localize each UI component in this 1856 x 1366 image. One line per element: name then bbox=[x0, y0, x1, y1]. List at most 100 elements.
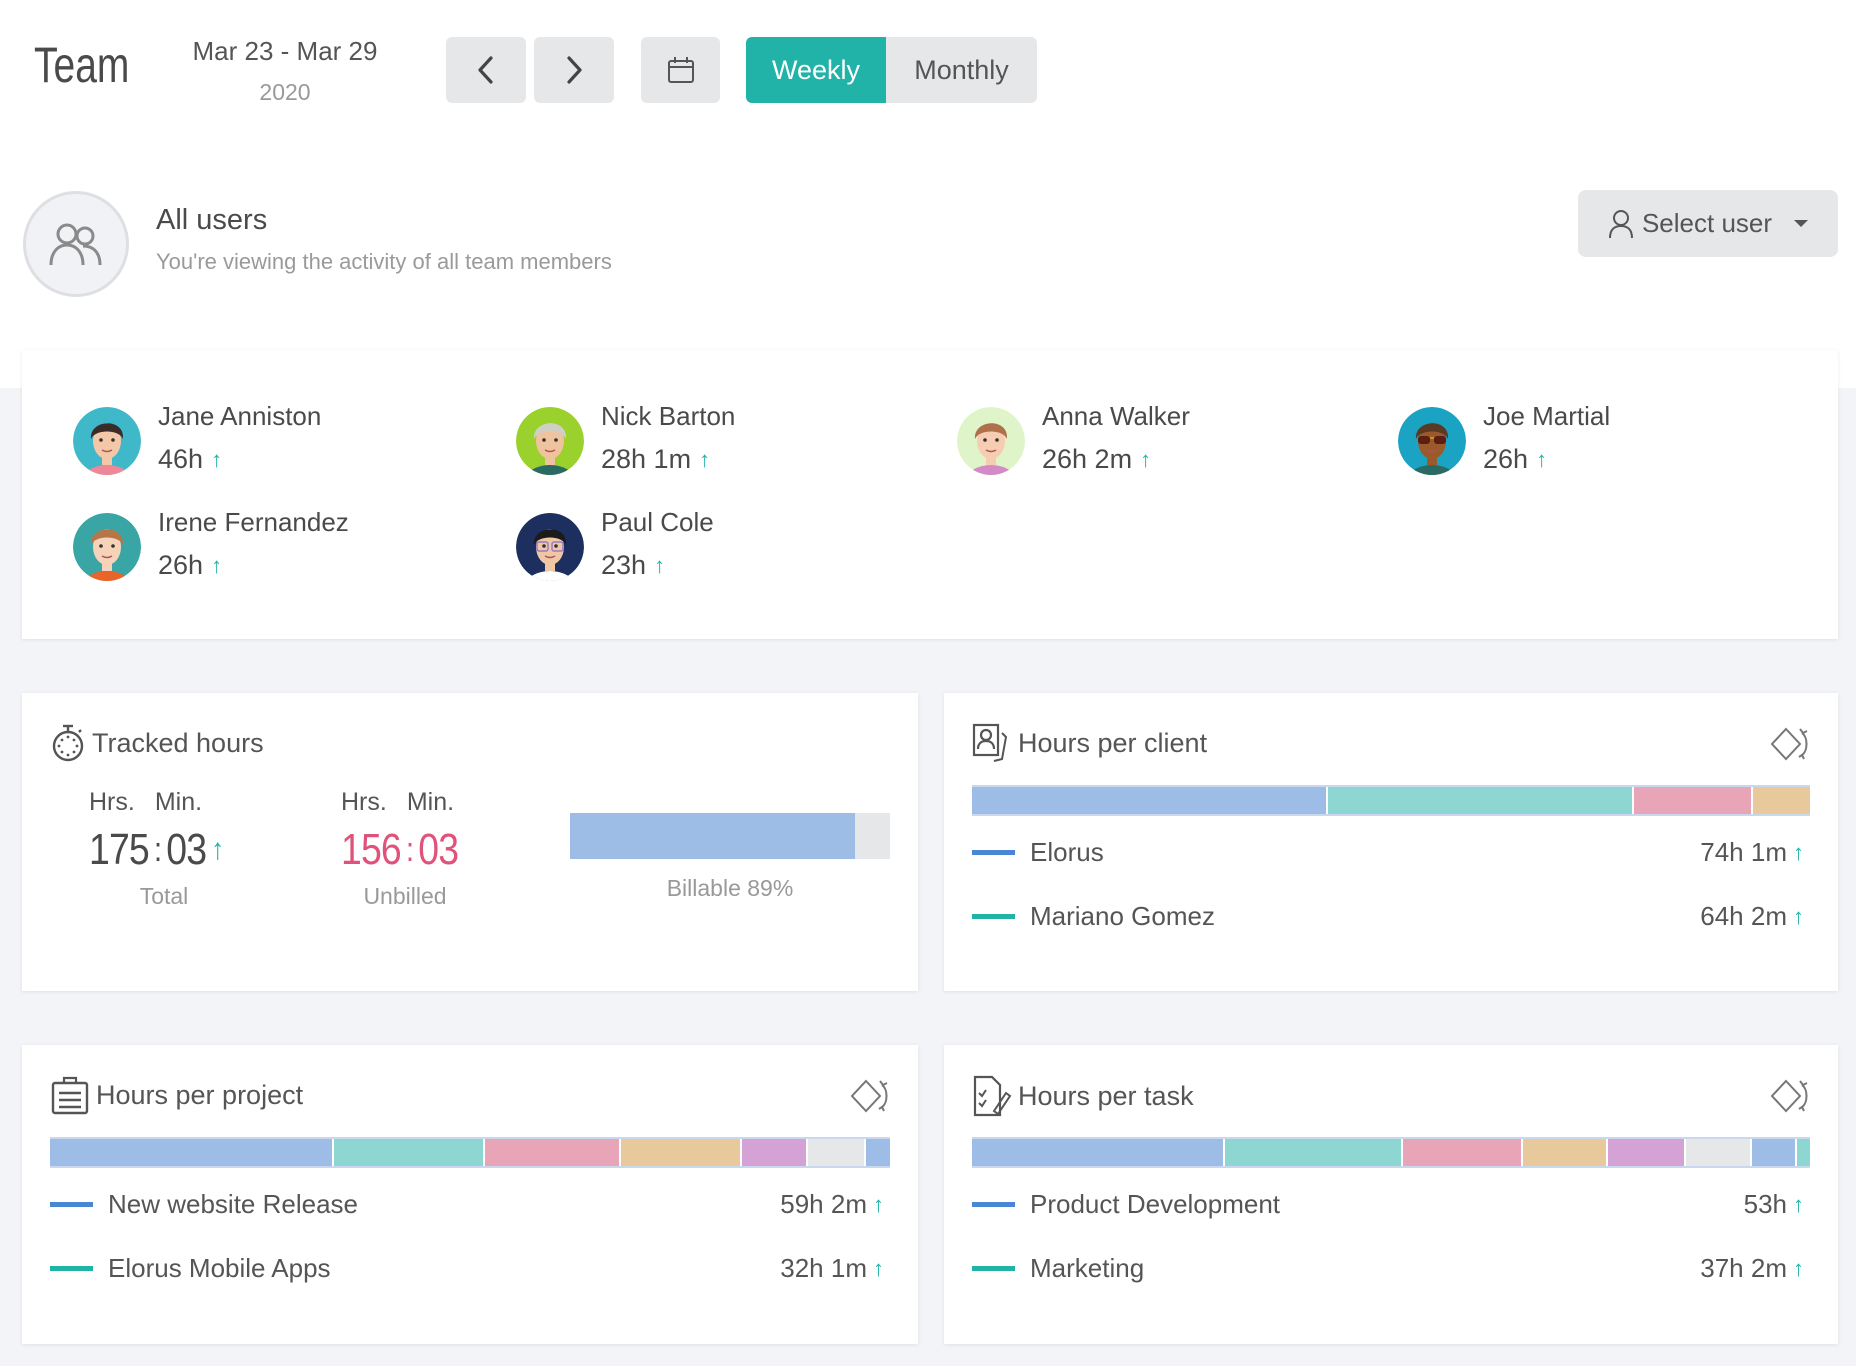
team-member[interactable]: Paul Cole 23h ↑ bbox=[516, 507, 714, 581]
team-member[interactable]: Irene Fernandez 26h ↑ bbox=[73, 507, 349, 581]
total-caption: Total bbox=[139, 883, 189, 909]
min-label: Min. bbox=[406, 788, 455, 816]
select-user-dropdown[interactable]: Select user bbox=[1578, 190, 1838, 257]
stopwatch-icon bbox=[52, 724, 84, 762]
trend-up-icon: ↑ bbox=[1140, 446, 1152, 472]
avatar bbox=[73, 513, 141, 581]
bar-segment[interactable] bbox=[1752, 787, 1810, 814]
bar-segment[interactable] bbox=[1328, 787, 1634, 814]
avatar bbox=[516, 513, 584, 581]
stacked-bar bbox=[50, 1137, 890, 1168]
bar-segment[interactable] bbox=[807, 1139, 867, 1166]
member-hours: 28h 1m bbox=[601, 444, 692, 474]
legend-swatch bbox=[50, 1202, 93, 1207]
trend-up-icon: ↑ bbox=[873, 1255, 884, 1281]
member-hours: 23h bbox=[601, 550, 647, 580]
billable-progress-bar bbox=[570, 813, 890, 859]
trend-up-icon: ↑ bbox=[211, 446, 223, 472]
team-member[interactable]: Anna Walker 26h 2m ↑ bbox=[957, 401, 1190, 475]
member-name: Jane Anniston bbox=[158, 401, 322, 431]
calendar-icon bbox=[667, 57, 694, 83]
legend-swatch bbox=[972, 1266, 1015, 1271]
member-hours: 46h bbox=[158, 444, 204, 474]
tracked-hours-header: Tracked hours bbox=[50, 723, 264, 763]
legend-name: Elorus Mobile Apps bbox=[108, 1253, 331, 1283]
bar-segment[interactable] bbox=[866, 1139, 890, 1166]
total-hours-stat: Hrs. Min. 175 : 03 ↑ Total bbox=[89, 788, 247, 910]
hours-per-task-card: Hours per task Product Development 53h ↑ … bbox=[944, 1045, 1838, 1344]
billable-label: Billable 89% bbox=[666, 875, 794, 901]
legend-row[interactable]: Elorus Mobile Apps 32h 1m ↑ bbox=[50, 1253, 890, 1284]
chevron-right-icon bbox=[567, 56, 582, 84]
unbilled-minutes-value: 03 bbox=[418, 825, 459, 874]
team-member[interactable]: Joe Martial 26h ↑ bbox=[1398, 401, 1610, 475]
bar-segment[interactable] bbox=[972, 1139, 1226, 1166]
trend-up-icon: ↑ bbox=[211, 833, 224, 866]
member-name: Nick Barton bbox=[601, 401, 736, 431]
trend-up-icon: ↑ bbox=[654, 552, 666, 578]
hours-per-client-title: Hours per client bbox=[1018, 727, 1208, 758]
hours-per-project-header: Hours per project bbox=[50, 1075, 303, 1115]
bar-segment[interactable] bbox=[972, 787, 1329, 814]
user-filter-title: All users bbox=[156, 204, 268, 236]
bar-segment[interactable] bbox=[1634, 787, 1753, 814]
legend-name: Product Development bbox=[1030, 1189, 1281, 1219]
bar-segment[interactable] bbox=[50, 1139, 334, 1166]
bar-segment[interactable] bbox=[1608, 1139, 1686, 1166]
legend-value: 53h bbox=[1743, 1189, 1787, 1219]
previous-period-button[interactable] bbox=[446, 37, 526, 103]
trend-up-icon: ↑ bbox=[211, 552, 223, 578]
bar-segment[interactable] bbox=[621, 1139, 743, 1166]
swap-view-icon[interactable] bbox=[1770, 1079, 1810, 1117]
team-member[interactable]: Jane Anniston 46h ↑ bbox=[73, 401, 321, 475]
legend-row[interactable]: Mariano Gomez 64h 2m ↑ bbox=[972, 901, 1810, 932]
legend-row[interactable]: Product Development 53h ↑ bbox=[972, 1189, 1810, 1220]
calendar-button[interactable] bbox=[641, 37, 720, 103]
task-checklist-icon bbox=[973, 1075, 1012, 1117]
min-label: Min. bbox=[154, 788, 203, 816]
monthly-tab[interactable]: Monthly bbox=[886, 37, 1037, 103]
hours-per-task-header: Hours per task bbox=[972, 1075, 1194, 1117]
bar-segment[interactable] bbox=[1225, 1139, 1403, 1166]
unbilled-hours-value: 156 bbox=[341, 825, 402, 874]
legend-name: New website Release bbox=[108, 1189, 359, 1219]
clipboard-icon bbox=[51, 1076, 89, 1115]
total-minutes-value: 03 bbox=[166, 825, 207, 874]
hrs-label: Hrs. bbox=[89, 788, 135, 816]
member-hours: 26h bbox=[158, 550, 204, 580]
bar-segment[interactable] bbox=[742, 1139, 808, 1166]
swap-view-icon[interactable] bbox=[850, 1079, 890, 1117]
swap-view-icon[interactable] bbox=[1770, 727, 1810, 765]
users-icon bbox=[49, 223, 102, 266]
legend-row[interactable]: Marketing 37h 2m ↑ bbox=[972, 1253, 1810, 1284]
legend-name: Marketing bbox=[1030, 1253, 1145, 1283]
legend-swatch bbox=[972, 850, 1015, 855]
bar-segment[interactable] bbox=[1402, 1139, 1523, 1166]
legend-row[interactable]: New website Release 59h 2m ↑ bbox=[50, 1189, 890, 1220]
bar-segment[interactable] bbox=[1522, 1139, 1608, 1166]
team-member[interactable]: Nick Barton 28h 1m ↑ bbox=[516, 401, 735, 475]
next-period-button[interactable] bbox=[534, 37, 614, 103]
member-hours: 26h 2m bbox=[1042, 444, 1133, 474]
bar-segment[interactable] bbox=[1685, 1139, 1753, 1166]
member-hours: 26h bbox=[1483, 444, 1529, 474]
tracked-hours-title: Tracked hours bbox=[92, 727, 264, 758]
stacked-bar bbox=[972, 785, 1810, 816]
weekly-tab[interactable]: Weekly bbox=[746, 37, 886, 103]
avatar bbox=[957, 407, 1025, 475]
trend-up-icon: ↑ bbox=[1793, 1191, 1804, 1217]
member-name: Paul Cole bbox=[601, 507, 714, 537]
view-toggle: Weekly Monthly bbox=[746, 37, 1037, 103]
bar-segment[interactable] bbox=[333, 1139, 486, 1166]
member-name: Anna Walker bbox=[1042, 401, 1190, 431]
hours-per-project-card: Hours per project New website Release 59… bbox=[22, 1045, 918, 1344]
legend-row[interactable]: Elorus 74h 1m ↑ bbox=[972, 837, 1810, 868]
bar-segment[interactable] bbox=[1752, 1139, 1797, 1166]
trend-up-icon: ↑ bbox=[873, 1191, 884, 1217]
trend-up-icon: ↑ bbox=[1793, 839, 1804, 865]
bar-segment[interactable] bbox=[1796, 1139, 1810, 1166]
team-members-card: Jane Anniston 46h ↑ Nick Barton 28h 1m ↑ A… bbox=[22, 350, 1838, 639]
legend-name: Mariano Gomez bbox=[1030, 901, 1215, 931]
legend-swatch bbox=[972, 914, 1015, 919]
bar-segment[interactable] bbox=[485, 1139, 622, 1166]
